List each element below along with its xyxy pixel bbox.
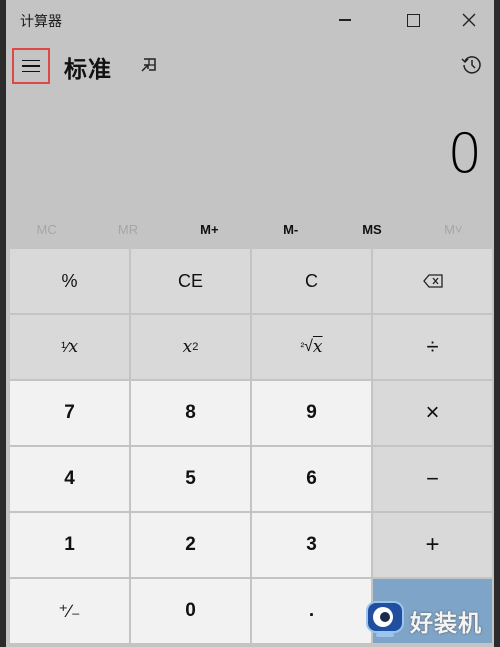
- hamburger-icon-line: [22, 70, 40, 73]
- square-button[interactable]: x2: [131, 315, 250, 379]
- clear-entry-button[interactable]: CE: [131, 249, 250, 313]
- hamburger-icon: [22, 59, 40, 62]
- result-display: 0: [447, 122, 482, 185]
- digit-2-button[interactable]: 2: [131, 513, 250, 577]
- memory-subtract-button[interactable]: M-: [250, 212, 331, 246]
- digit-5-button[interactable]: 5: [131, 447, 250, 511]
- watermark-text: 好装机: [410, 610, 482, 636]
- digit-3-button[interactable]: 3: [252, 513, 371, 577]
- subtract-button[interactable]: −: [373, 447, 492, 511]
- memory-add-button[interactable]: M+: [169, 212, 250, 246]
- digit-1-button[interactable]: 1: [10, 513, 129, 577]
- digit-8-button[interactable]: 8: [131, 381, 250, 445]
- digit-4-button[interactable]: 4: [10, 447, 129, 511]
- memory-store-button[interactable]: MS: [331, 212, 412, 246]
- watermark: 好装机: [364, 596, 500, 644]
- clear-button[interactable]: C: [252, 249, 371, 313]
- mode-title: 标准: [64, 56, 112, 82]
- percent-button[interactable]: %: [10, 249, 129, 313]
- square-exponent: 2: [192, 341, 199, 353]
- reciprocal-prefix: ¹⁄: [60, 338, 69, 356]
- negate-button[interactable]: ⁺∕₋: [10, 579, 129, 643]
- backspace-icon: [422, 274, 443, 288]
- digit-7-button[interactable]: 7: [10, 381, 129, 445]
- memory-recall-button[interactable]: MR: [87, 212, 168, 246]
- add-button[interactable]: +: [373, 513, 492, 577]
- reciprocal-x: x: [68, 337, 79, 357]
- memory-clear-button[interactable]: MC: [6, 212, 87, 246]
- digit-6-button[interactable]: 6: [252, 447, 371, 511]
- navigation-menu-button[interactable]: [12, 48, 50, 84]
- history-icon[interactable]: [460, 53, 484, 77]
- calculator-window: 计算器 标准 0 MC MR M+ M- MS M˅ % CE C ¹⁄ x x…: [6, 0, 494, 647]
- square-root-button[interactable]: ² √ x: [252, 315, 371, 379]
- keep-on-top-icon[interactable]: [138, 54, 160, 76]
- memory-list-button[interactable]: M˅: [413, 212, 494, 246]
- minimize-icon: [339, 19, 351, 21]
- divide-button[interactable]: ÷: [373, 315, 492, 379]
- keypad: % CE C ¹⁄ x x2 ² √ x ÷ 7 8 9 × 4 5 6 − 1 2 …: [10, 249, 492, 643]
- sqrt-x: x: [312, 337, 323, 357]
- close-button[interactable]: [446, 4, 492, 36]
- close-icon: [462, 13, 476, 27]
- app-title: 计算器: [20, 13, 62, 29]
- multiply-button[interactable]: ×: [373, 381, 492, 445]
- backspace-button[interactable]: [373, 249, 492, 313]
- square-x: x: [182, 337, 193, 357]
- digit-0-button[interactable]: 0: [131, 579, 250, 643]
- decimal-button[interactable]: .: [252, 579, 371, 643]
- watermark-logo-icon: [366, 601, 404, 637]
- reciprocal-button[interactable]: ¹⁄ x: [10, 315, 129, 379]
- memory-row: MC MR M+ M- MS M˅: [6, 212, 494, 246]
- digit-9-button[interactable]: 9: [252, 381, 371, 445]
- maximize-button[interactable]: [390, 4, 436, 36]
- title-bar: 计算器: [6, 0, 494, 40]
- maximize-icon: [406, 13, 420, 27]
- minimize-button[interactable]: [322, 4, 368, 36]
- sqrt-symbol: √: [304, 338, 313, 355]
- hamburger-icon-line: [22, 65, 40, 67]
